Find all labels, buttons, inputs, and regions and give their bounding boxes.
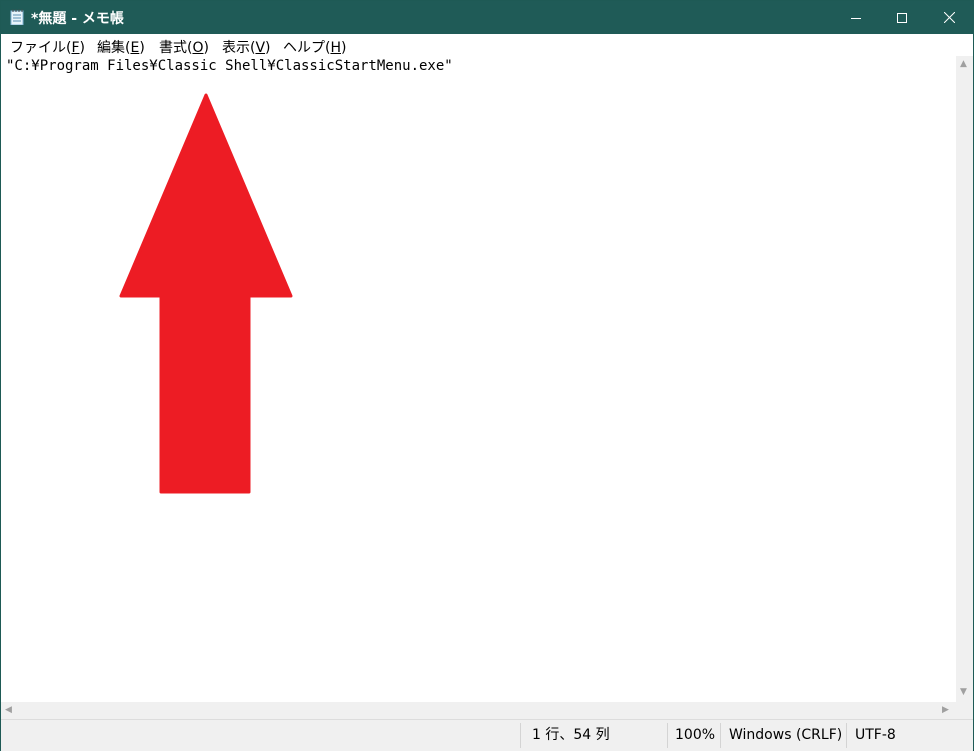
scroll-corner xyxy=(956,702,973,719)
status-separator xyxy=(846,723,847,748)
close-icon xyxy=(943,12,955,23)
menu-format[interactable]: 書式(O) xyxy=(159,37,209,57)
menu-help[interactable]: ヘルプ(H) xyxy=(283,37,346,57)
notepad-icon xyxy=(10,9,24,25)
maximize-button[interactable] xyxy=(879,1,925,34)
horizontal-scrollbar[interactable]: ◀ ▶ xyxy=(1,702,956,719)
line-ending: Windows (CRLF) xyxy=(729,727,843,743)
title-bar[interactable]: *無題 - メモ帳 xyxy=(1,1,973,34)
zoom-level: 100% xyxy=(675,727,716,743)
cursor-position: 1 行、54 列 xyxy=(532,727,610,743)
encoding: UTF-8 xyxy=(855,727,896,743)
scroll-right-icon[interactable]: ▶ xyxy=(942,706,949,715)
scroll-up-icon[interactable]: ▲ xyxy=(960,60,967,69)
maximize-icon xyxy=(897,12,907,23)
annotation-arrow xyxy=(119,93,293,494)
up-arrow-icon xyxy=(119,93,293,494)
window-title: *無題 - メモ帳 xyxy=(31,11,124,27)
scroll-down-icon[interactable]: ▼ xyxy=(960,688,967,697)
status-separator xyxy=(667,723,668,748)
vertical-scrollbar[interactable]: ▲ ▼ xyxy=(956,56,973,702)
status-separator xyxy=(520,723,521,748)
menu-file[interactable]: ファイル(F) xyxy=(10,37,85,57)
minimize-button[interactable] xyxy=(833,1,879,34)
menu-edit[interactable]: 編集(E) xyxy=(97,37,145,57)
status-separator xyxy=(720,723,721,748)
close-button[interactable] xyxy=(926,1,972,34)
minimize-icon xyxy=(851,17,861,19)
status-bar: 1 行、54 列 100% Windows (CRLF) UTF-8 xyxy=(1,719,973,751)
editor-content[interactable]: "C:¥Program Files¥Classic Shell¥ClassicS… xyxy=(6,58,453,74)
notepad-window: *無題 - メモ帳 ファイル(F) 編集(E) 書式(O) 表示(V) ヘルプ(… xyxy=(0,0,974,751)
menu-bar: ファイル(F) 編集(E) 書式(O) 表示(V) ヘルプ(H) xyxy=(1,34,973,56)
scroll-left-icon[interactable]: ◀ xyxy=(5,706,12,715)
menu-view[interactable]: 表示(V) xyxy=(222,37,271,57)
